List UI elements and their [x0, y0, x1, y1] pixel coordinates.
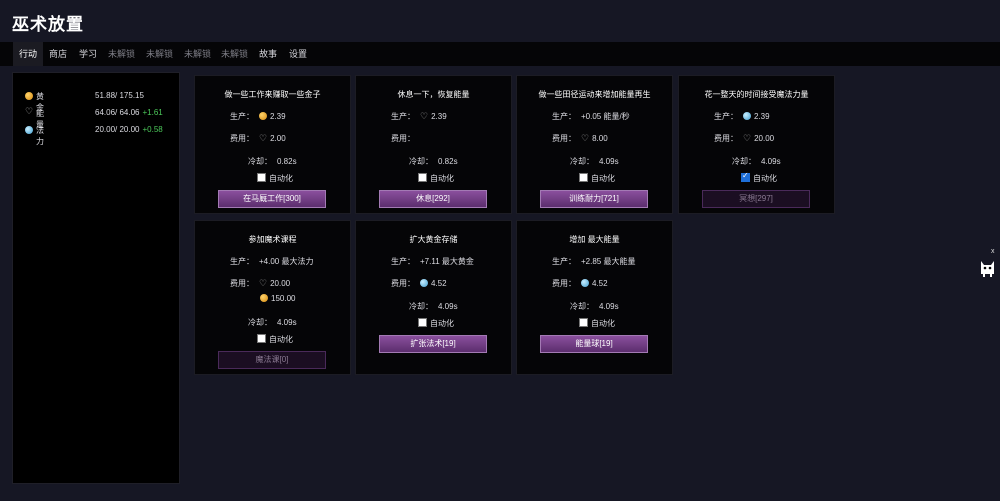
- energy-orb-button[interactable]: 能量球[19]: [540, 335, 648, 353]
- action-card-max-energy: 增加 最大能量 生产： +2.85 最大能量 费用： 4.52 冷却： 4.09s 自…: [516, 220, 673, 375]
- checkbox[interactable]: [257, 173, 266, 182]
- auto-checkbox[interactable]: 自动化: [579, 173, 615, 184]
- auto-checkbox[interactable]: 自动化: [579, 318, 615, 329]
- tab-story[interactable]: 故事: [259, 42, 277, 66]
- tab-locked-4[interactable]: 未解锁: [221, 42, 248, 66]
- heart-icon: ♡: [259, 278, 268, 288]
- work-stable-button[interactable]: 在马厩工作[300]: [218, 190, 326, 208]
- tab-locked-3[interactable]: 未解锁: [184, 42, 211, 66]
- action-card-meditate: 花一整天的时间接受魔法力量 生产： 2.39 费用： ♡ 20.00 冷却： 4.09s…: [678, 75, 835, 214]
- card-title: 扩大黄金存储: [409, 235, 458, 244]
- cat-icon[interactable]: [979, 257, 996, 277]
- tab-shop[interactable]: 商店: [49, 42, 67, 66]
- close-icon[interactable]: x: [991, 248, 995, 255]
- tab-actions[interactable]: 行动: [13, 42, 44, 66]
- resource-panel: 黄金 51.88/ 175.15 ♡ 能量 64.06/ 64.06 +1.61 …: [12, 72, 180, 484]
- tab-locked-2[interactable]: 未解锁: [146, 42, 173, 66]
- card-title: 花一整天的时间接受魔法力量: [704, 90, 809, 99]
- tab-locked-1[interactable]: 未解锁: [108, 42, 135, 66]
- heart-icon: ♡: [25, 106, 34, 116]
- gold-value: 51.88/ 175.15: [95, 91, 144, 100]
- checkbox[interactable]: [257, 334, 266, 343]
- rest-button[interactable]: 休息[292]: [379, 190, 487, 208]
- action-card-rest: 休息一下，恢复能量 生产： ♡ 2.39 费用： 冷却： 0.82s 自动化 休息[2…: [355, 75, 512, 214]
- heart-icon: ♡: [743, 133, 752, 143]
- coin-icon: [25, 92, 33, 100]
- auto-checkbox[interactable]: 自动化: [418, 318, 454, 329]
- mana-value: 20.00/ 20.00: [95, 125, 140, 134]
- mana-orb-icon: [25, 126, 33, 134]
- checkbox[interactable]: [579, 173, 588, 182]
- heart-icon: ♡: [420, 111, 429, 121]
- auto-checkbox[interactable]: 自动化: [257, 173, 293, 184]
- train-stamina-button[interactable]: 训练耐力[721]: [540, 190, 648, 208]
- mana-orb-icon: [581, 279, 589, 287]
- action-card-expand-gold: 扩大黄金存储 生产： +7.11 最大黄金 费用： 4.52 冷却： 4.09s 自动…: [355, 220, 512, 375]
- checkbox[interactable]: [418, 173, 427, 182]
- mana-rate: +0.58: [142, 125, 163, 134]
- checkbox[interactable]: [579, 318, 588, 327]
- tab-settings[interactable]: 设置: [289, 42, 307, 66]
- heart-icon: ♡: [581, 133, 590, 143]
- energy-rate: +1.61: [142, 108, 163, 117]
- app-title: 巫术放置: [12, 15, 84, 34]
- action-card-work: 做一些工作来赚取一些金子 生产： 2.39 费用： ♡ 2.00 冷却： 0.82s 自…: [194, 75, 351, 214]
- card-title: 增加 最大能量: [569, 235, 620, 244]
- mana-orb-icon: [420, 279, 428, 287]
- tab-bar: 行动 商店 学习 未解锁 未解锁 未解锁 未解锁 故事 设置: [0, 42, 1000, 66]
- checkbox[interactable]: [418, 318, 427, 327]
- card-title: 休息一下，恢复能量: [397, 90, 470, 99]
- auto-checkbox[interactable]: 自动化: [418, 173, 454, 184]
- auto-checkbox[interactable]: 自动化: [257, 334, 293, 345]
- tab-study[interactable]: 学习: [79, 42, 97, 66]
- energy-value: 64.06/ 64.06: [95, 108, 140, 117]
- heart-icon: ♡: [259, 133, 268, 143]
- card-title: 做一些田径运动来增加能量再生: [538, 90, 651, 99]
- auto-checkbox[interactable]: 自动化: [741, 171, 777, 184]
- card-title: 参加魔术课程: [248, 235, 297, 244]
- coin-icon: [259, 112, 267, 120]
- card-title: 做一些工作来赚取一些金子: [224, 90, 321, 99]
- action-card-train: 做一些田径运动来增加能量再生 生产： +0.05 能量/秒 费用： ♡ 8.00 冷却…: [516, 75, 673, 214]
- coin-icon: [260, 294, 268, 302]
- app-header: 巫术放置: [0, 0, 1000, 42]
- action-card-magic-class: 参加魔术课程 生产： +4.00 最大法力 费用： ♡ 20.00 150.00 冷却…: [194, 220, 351, 375]
- mana-orb-icon: [743, 112, 751, 120]
- expand-spell-button[interactable]: 扩张法术[19]: [379, 335, 487, 353]
- checkbox-checked[interactable]: [741, 171, 750, 182]
- meditate-button[interactable]: 冥想[297]: [702, 190, 810, 208]
- magic-class-button[interactable]: 魔法课[0]: [218, 351, 326, 369]
